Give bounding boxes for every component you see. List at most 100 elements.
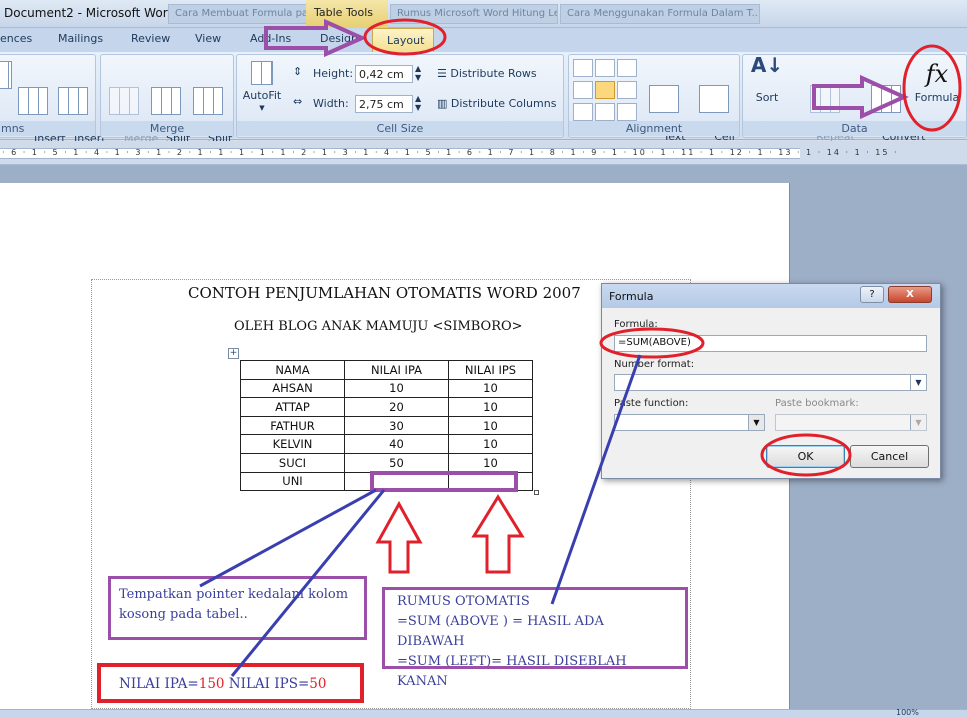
ok-button[interactable]: OK bbox=[766, 445, 845, 468]
split-cells-icon bbox=[151, 87, 181, 115]
data-group-label: Data bbox=[743, 121, 966, 136]
paste-function-select[interactable]: ▼ bbox=[614, 414, 765, 431]
table-cell[interactable]: 20 bbox=[344, 397, 449, 417]
zoom-level[interactable]: 100% bbox=[896, 708, 919, 717]
table-header-cell[interactable]: NAMA bbox=[240, 360, 345, 380]
width-input[interactable]: 2,75 cm bbox=[355, 95, 413, 113]
height-input[interactable]: 0,42 cm bbox=[355, 65, 413, 83]
align-top-center-button[interactable] bbox=[595, 59, 615, 77]
table-header-cell[interactable]: NILAI IPA bbox=[344, 360, 449, 380]
table-cell[interactable]: SUCI bbox=[240, 452, 345, 473]
distribute-rows-button[interactable]: ☰ Distribute Rows bbox=[437, 67, 537, 80]
alignment-grid bbox=[573, 59, 639, 121]
result-ips-value: 50 bbox=[309, 676, 327, 692]
tab-review[interactable]: Review bbox=[131, 32, 170, 45]
number-format-select[interactable]: ▼ bbox=[614, 374, 927, 391]
background-tab-3[interactable]: Cara Menggunakan Formula Dalam T... bbox=[560, 4, 760, 24]
table-cell[interactable]: UNI bbox=[240, 471, 345, 492]
distribute-columns-button[interactable]: ▥ Distribute Columns bbox=[437, 97, 556, 110]
tab-design[interactable]: Design bbox=[320, 32, 358, 45]
paste-bookmark-select[interactable]: ▼ bbox=[775, 414, 927, 431]
formula-label: Formula: bbox=[614, 319, 658, 330]
pointer-note-line2: kosong pada tabel.. bbox=[119, 607, 248, 622]
dialog-close-button[interactable]: X bbox=[888, 286, 932, 303]
ribbon: Insert Left Insert Right mns Merge Cells… bbox=[0, 52, 967, 158]
table-header-cell[interactable]: NILAI IPS bbox=[448, 360, 533, 380]
formula-button[interactable]: fx Formula bbox=[909, 57, 965, 104]
result-ipa-label: NILAI IPA= bbox=[119, 676, 199, 692]
rumus-title: RUMUS OTOMATIS bbox=[397, 594, 530, 609]
insert-left-icon bbox=[18, 87, 48, 115]
result-ips-label: NILAI IPS= bbox=[224, 676, 310, 692]
empty-ipa-cell[interactable] bbox=[344, 471, 449, 492]
paste-bookmark-dropdown-icon[interactable]: ▼ bbox=[910, 415, 926, 430]
title-bar: Document2 - Microsoft Word Cara Membuat … bbox=[0, 0, 967, 28]
convert-to-text-icon bbox=[871, 85, 901, 113]
table-cell[interactable]: FATHUR bbox=[240, 415, 345, 436]
table-move-handle-icon[interactable]: + bbox=[228, 348, 239, 359]
sort-button[interactable]: A↓ Sort bbox=[747, 55, 787, 104]
insert-below-button[interactable] bbox=[0, 61, 13, 93]
cell-size-group: AutoFit ▼ ⇕ Height: 0,42 cm ▲ ▼ ⇔ Width: … bbox=[236, 54, 564, 138]
align-top-left-button[interactable] bbox=[573, 59, 593, 77]
window-title: Document2 - Microsoft Word bbox=[4, 6, 176, 20]
autofit-icon bbox=[251, 61, 273, 85]
merge-group-label: Merge bbox=[101, 121, 233, 136]
document-heading: CONTOH PENJUMLAHAN OTOMATIS WORD 2007 bbox=[188, 284, 581, 302]
paste-function-dropdown-icon[interactable]: ▼ bbox=[748, 415, 764, 430]
table-cell[interactable]: 10 bbox=[448, 434, 533, 454]
table-resize-handle[interactable] bbox=[534, 490, 539, 495]
column-width-icon: ⇔ bbox=[293, 95, 303, 108]
tab-layout[interactable]: Layout bbox=[372, 28, 434, 54]
tab-addins[interactable]: Add-Ins bbox=[250, 32, 291, 45]
table-cell[interactable]: 40 bbox=[344, 434, 449, 454]
autofit-button[interactable]: AutoFit ▼ bbox=[239, 61, 285, 115]
table-cell[interactable]: 50 bbox=[344, 452, 449, 473]
height-spinner[interactable]: ▲ ▼ bbox=[415, 64, 421, 82]
table-cell[interactable]: 10 bbox=[448, 452, 533, 473]
table-row: SUCI 50 10 bbox=[240, 452, 533, 473]
ribbon-tabs: ences Mailings Review View Add-Ins Desig… bbox=[0, 28, 967, 52]
table-cell[interactable]: 30 bbox=[344, 415, 449, 436]
tab-view[interactable]: View bbox=[195, 32, 221, 45]
autofit-dropdown-icon: ▼ bbox=[259, 104, 265, 112]
table-cell[interactable]: AHSAN bbox=[240, 378, 345, 399]
document-subheading: OLEH BLOG ANAK MAMUJU <SIMBORO> bbox=[234, 319, 523, 334]
horizontal-ruler[interactable]: · 6 · 1 · 5 · 1 · 4 · 1 · 3 · 1 · 2 · 1 … bbox=[0, 141, 967, 165]
tab-references[interactable]: ences bbox=[0, 32, 32, 45]
background-tab-2[interactable]: Rumus Microsoft Word Hitung Lengkap... bbox=[390, 4, 558, 24]
cancel-button[interactable]: Cancel bbox=[850, 445, 929, 468]
align-bottom-right-button[interactable] bbox=[617, 103, 637, 121]
number-format-dropdown-icon[interactable]: ▼ bbox=[910, 375, 926, 390]
table-cell[interactable]: 10 bbox=[448, 378, 533, 399]
align-middle-right-button[interactable] bbox=[617, 81, 637, 99]
rows-columns-group: Insert Left Insert Right mns bbox=[0, 54, 106, 158]
table-row: FATHUR 30 10 bbox=[240, 415, 533, 436]
table-cell[interactable]: 10 bbox=[344, 378, 449, 399]
cell-size-group-label: Cell Size bbox=[237, 121, 563, 136]
background-tab-1[interactable]: Cara Membuat Formula pada Ta... bbox=[168, 4, 308, 24]
align-middle-center-button[interactable] bbox=[595, 81, 615, 99]
align-bottom-center-button[interactable] bbox=[595, 103, 615, 121]
table-cell[interactable]: KELVIN bbox=[240, 434, 345, 454]
paste-function-label: Paste function: bbox=[614, 398, 689, 409]
number-format-label: Number format: bbox=[614, 359, 695, 370]
pointer-note-line1: Tempatkan pointer kedalam kolom bbox=[119, 587, 349, 602]
empty-ips-cell[interactable] bbox=[448, 471, 533, 492]
result-box: NILAI IPA=150 NILAI IPS=50 bbox=[97, 663, 364, 703]
table-cell[interactable]: 10 bbox=[448, 415, 533, 436]
rumus-note-box: RUMUS OTOMATIS =SUM (ABOVE ) = HASIL ADA… bbox=[382, 587, 688, 689]
align-bottom-left-button[interactable] bbox=[573, 103, 593, 121]
ruler-numbers: · 6 · 1 · 5 · 1 · 4 · 1 · 3 · 1 · 2 · 1 … bbox=[2, 148, 899, 157]
table-cell[interactable]: ATTAP bbox=[240, 397, 345, 417]
tab-mailings[interactable]: Mailings bbox=[58, 32, 103, 45]
align-top-right-button[interactable] bbox=[617, 59, 637, 77]
table-cell[interactable]: 10 bbox=[448, 397, 533, 417]
width-spinner[interactable]: ▲ ▼ bbox=[415, 94, 421, 112]
alignment-group-label: Alignment bbox=[569, 121, 739, 136]
dialog-title: Formula bbox=[609, 290, 654, 303]
formula-fx-icon: fx bbox=[925, 60, 949, 88]
formula-input[interactable]: =SUM(ABOVE) bbox=[614, 335, 927, 352]
dialog-help-button[interactable]: ? bbox=[860, 286, 884, 303]
align-middle-left-button[interactable] bbox=[573, 81, 593, 99]
